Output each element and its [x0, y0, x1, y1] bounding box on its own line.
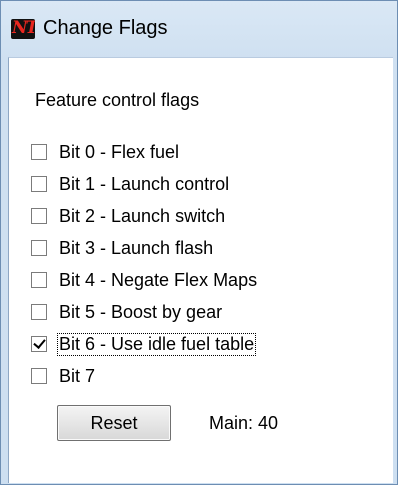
- change-flags-window: NT Change Flags Feature control flags Bi…: [0, 0, 398, 485]
- checkbox-bit-5[interactable]: [31, 304, 47, 320]
- checkbox-bit-1[interactable]: [31, 176, 47, 192]
- app-logo-icon: NT: [11, 19, 35, 39]
- flag-label-bit-3[interactable]: Bit 3 - Launch flash: [58, 238, 214, 259]
- flag-bit-3[interactable]: Bit 3 - Launch flash: [31, 232, 258, 264]
- flag-bit-6[interactable]: Bit 6 - Use idle fuel table: [31, 328, 258, 360]
- checkbox-bit-6[interactable]: [31, 336, 47, 352]
- title-bar[interactable]: NT Change Flags: [1, 1, 397, 57]
- flag-bit-1[interactable]: Bit 1 - Launch control: [31, 168, 258, 200]
- flag-bit-4[interactable]: Bit 4 - Negate Flex Maps: [31, 264, 258, 296]
- window-title: Change Flags: [43, 17, 168, 39]
- flag-label-bit-5[interactable]: Bit 5 - Boost by gear: [58, 302, 223, 323]
- flag-bit-0[interactable]: Bit 0 - Flex fuel: [31, 136, 258, 168]
- checkbox-bit-7[interactable]: [31, 368, 47, 384]
- checkbox-bit-2[interactable]: [31, 208, 47, 224]
- flag-bit-5[interactable]: Bit 5 - Boost by gear: [31, 296, 258, 328]
- checkbox-bit-0[interactable]: [31, 144, 47, 160]
- reset-button[interactable]: Reset: [57, 405, 171, 441]
- flag-label-bit-7[interactable]: Bit 7: [58, 366, 96, 387]
- flag-bit-2[interactable]: Bit 2 - Launch switch: [31, 200, 258, 232]
- section-title: Feature control flags: [35, 90, 200, 110]
- flag-label-bit-6[interactable]: Bit 6 - Use idle fuel table: [56, 332, 257, 356]
- flag-label-bit-0[interactable]: Bit 0 - Flex fuel: [58, 142, 180, 163]
- checkbox-bit-4[interactable]: [31, 272, 47, 288]
- flag-label-bit-2[interactable]: Bit 2 - Launch switch: [58, 206, 226, 227]
- flag-label-bit-4[interactable]: Bit 4 - Negate Flex Maps: [58, 270, 258, 291]
- flags-panel: Feature control flags Bit 0 - Flex fuel …: [8, 57, 393, 483]
- flag-bit-7[interactable]: Bit 7: [31, 360, 258, 392]
- flag-list: Bit 0 - Flex fuel Bit 1 - Launch control…: [31, 136, 258, 392]
- flag-label-bit-1[interactable]: Bit 1 - Launch control: [58, 174, 230, 195]
- app-logo-text: NT: [12, 19, 35, 38]
- checkbox-bit-3[interactable]: [31, 240, 47, 256]
- main-value-readout: Main: 40: [209, 413, 279, 433]
